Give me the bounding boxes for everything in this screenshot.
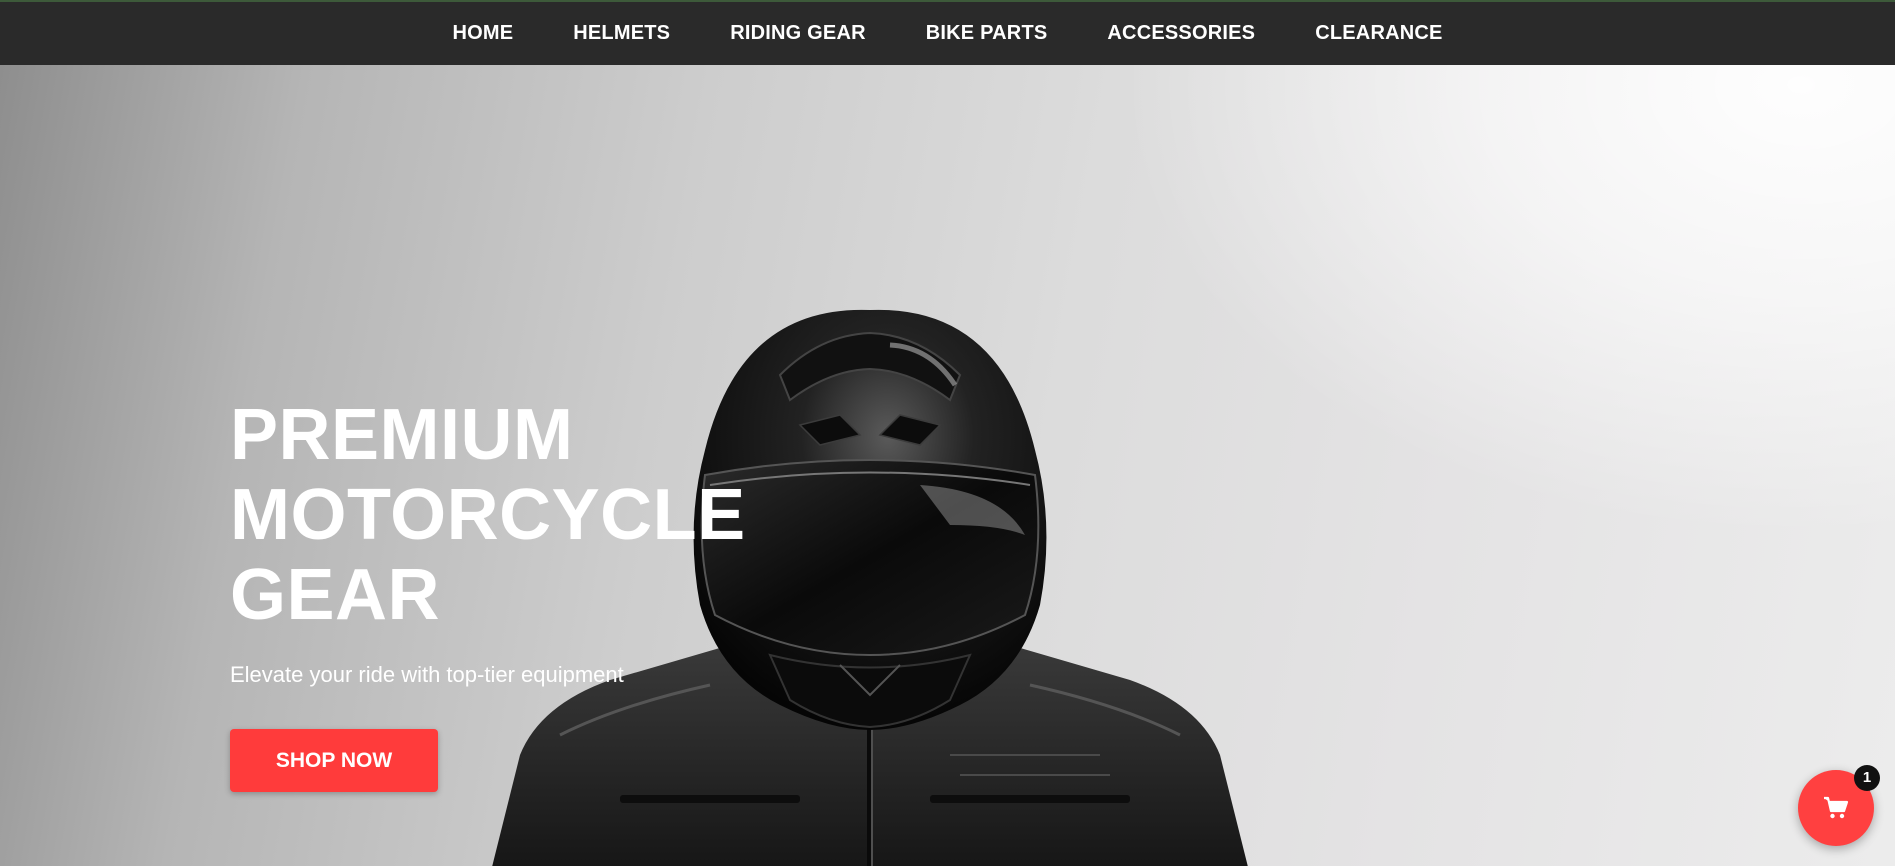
- hero-banner: PREMIUM MOTORCYCLE GEAR Elevate your rid…: [0, 65, 1895, 866]
- nav-item-riding-gear[interactable]: RIDING GEAR: [730, 22, 866, 45]
- nav-item-bike-parts[interactable]: BIKE PARTS: [926, 22, 1048, 45]
- nav-list: HOME HELMETS RIDING GEAR BIKE PARTS ACCE…: [0, 2, 1895, 65]
- nav-item-home[interactable]: HOME: [452, 22, 513, 45]
- nav-item-helmets[interactable]: HELMETS: [573, 22, 670, 45]
- nav-item-accessories[interactable]: ACCESSORIES: [1107, 22, 1255, 45]
- hero-subtitle: Elevate your ride with top-tier equipmen…: [230, 662, 624, 687]
- cart-count-badge: 1: [1854, 765, 1880, 791]
- floating-cart-button[interactable]: 1: [1798, 765, 1880, 846]
- page: HOME HELMETS RIDING GEAR BIKE PARTS ACCE…: [0, 0, 1895, 866]
- cart-icon: [1824, 796, 1849, 819]
- top-navbar: HOME HELMETS RIDING GEAR BIKE PARTS ACCE…: [0, 0, 1895, 65]
- hero-title: PREMIUM MOTORCYCLE GEAR: [230, 395, 746, 635]
- shop-now-button[interactable]: SHOP NOW: [230, 729, 438, 792]
- nav-item-clearance[interactable]: CLEARANCE: [1315, 22, 1442, 45]
- hero-content: PREMIUM MOTORCYCLE GEAR Elevate your rid…: [230, 395, 930, 792]
